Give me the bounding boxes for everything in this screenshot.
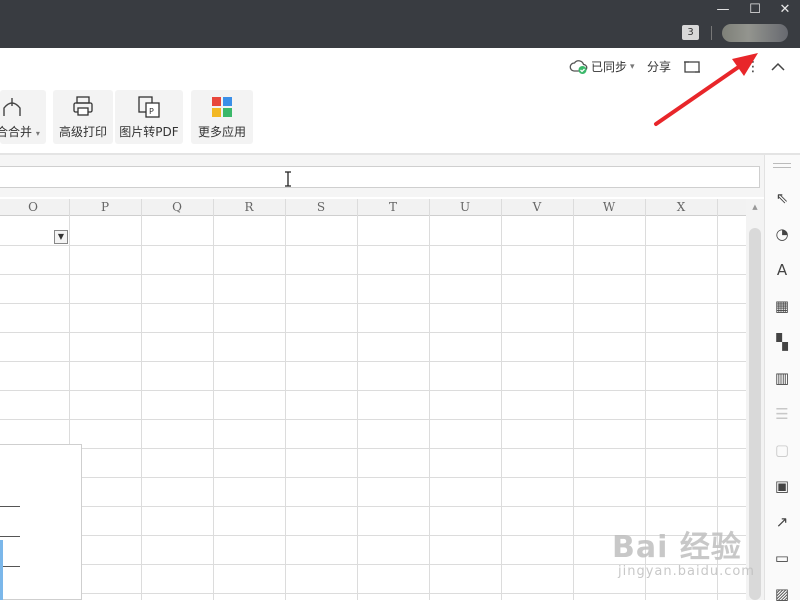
grid-row-line [0,593,746,594]
filter-settings-icon[interactable]: ☰ [772,404,792,424]
svg-text:P: P [149,107,154,116]
bar-chart-icon[interactable]: ▥ [772,368,792,388]
merge-caret: ▾ [35,129,40,138]
popup-separator [0,536,20,537]
grid-column-line [573,199,574,600]
cloud-sync-icon [569,57,589,77]
share-export-icon[interactable]: ↗ [772,512,792,532]
image-gallery-icon[interactable]: ▣ [772,476,792,496]
side-panel-grip[interactable] [773,163,791,164]
title-divider [711,26,712,40]
column-header-p[interactable]: P [69,199,141,216]
text-cursor-icon [282,171,294,187]
dropdown-popup[interactable] [0,444,82,600]
column-header-v[interactable]: V [501,199,573,216]
grid-row-line [0,448,746,449]
popup-separator [0,566,20,567]
column-header-t[interactable]: T [357,199,429,216]
advanced-print-label: 高级打印 [58,125,107,139]
watermark-logo-text: Bai 经验 [612,530,742,565]
watermark-url: jingyan.baidu.com [618,564,755,579]
collapse-ribbon-icon[interactable] [770,57,786,77]
grid-row-line [0,390,746,391]
grid-column-line [285,199,286,600]
popup-selection-indicator [0,540,3,600]
close-button[interactable]: ✕ [774,2,796,18]
image-to-pdf-label: 图片转PDF [119,125,179,139]
formula-input[interactable] [0,166,760,188]
archive-icon[interactable]: ▭ [772,548,792,568]
maximize-button[interactable]: ☐ [744,2,766,18]
grid-column-line [141,199,142,600]
more-apps-button[interactable]: 更多应用 [191,90,253,144]
image-to-pdf-icon: P [138,96,160,118]
table-icon[interactable]: ▦ [772,296,792,316]
column-header-s[interactable]: S [285,199,357,216]
column-header-u[interactable]: U [429,199,501,216]
scroll-up-arrow-icon[interactable]: ▲ [750,202,760,212]
more-apps-label: 更多应用 [197,125,246,139]
advanced-print-button[interactable]: 高级打印 [53,90,113,144]
comment-icon[interactable]: ▢ [772,440,792,460]
grid-column-line [429,199,430,600]
merge-label: 合合并 [0,125,33,139]
sync-dropdown-caret[interactable]: ▾ [630,57,635,77]
grid-column-line [357,199,358,600]
grid-row-line [0,303,746,304]
popup-separator [0,506,20,507]
grid-row-line [0,245,746,246]
column-header-x[interactable]: X [645,199,717,216]
column-header-w[interactable]: W [573,199,645,216]
grid-column-line [501,199,502,600]
apps-grid-icon[interactable]: ▚ [772,332,792,352]
grid-row-line [0,477,746,478]
tab-count-badge[interactable]: 3 [682,25,699,40]
minimize-button[interactable]: — [712,2,734,18]
grid-column-line [213,199,214,600]
column-header-o[interactable]: O [0,199,69,216]
column-header-q[interactable]: Q [141,199,213,216]
select-icon[interactable]: ⇖ [772,188,792,208]
watermark: Bai 经验 jingyan.baidu.com [612,522,760,584]
font-color-icon[interactable]: A [772,260,792,280]
image-to-pdf-button[interactable]: P 图片转PDF [115,90,183,144]
merge-button[interactable]: 合合并 ▾ [0,90,46,144]
grid-row-line [0,361,746,362]
merge-icon [3,98,21,116]
grid-row-line [0,419,746,420]
side-panel-grip[interactable] [773,167,791,168]
annotation-arrow [654,53,758,126]
filter-dropdown-button[interactable]: ▼ [54,230,68,244]
grid-row-line [0,332,746,333]
more-apps-icon [212,97,232,117]
shapes-icon[interactable]: ◔ [772,224,792,244]
sync-status-label[interactable]: 已同步 [591,57,627,77]
printer-icon [73,96,93,116]
grid-row-line [0,274,746,275]
column-header-r[interactable]: R [213,199,285,216]
picture-icon[interactable]: ▨ [772,584,792,604]
grid-row-line [0,506,746,507]
